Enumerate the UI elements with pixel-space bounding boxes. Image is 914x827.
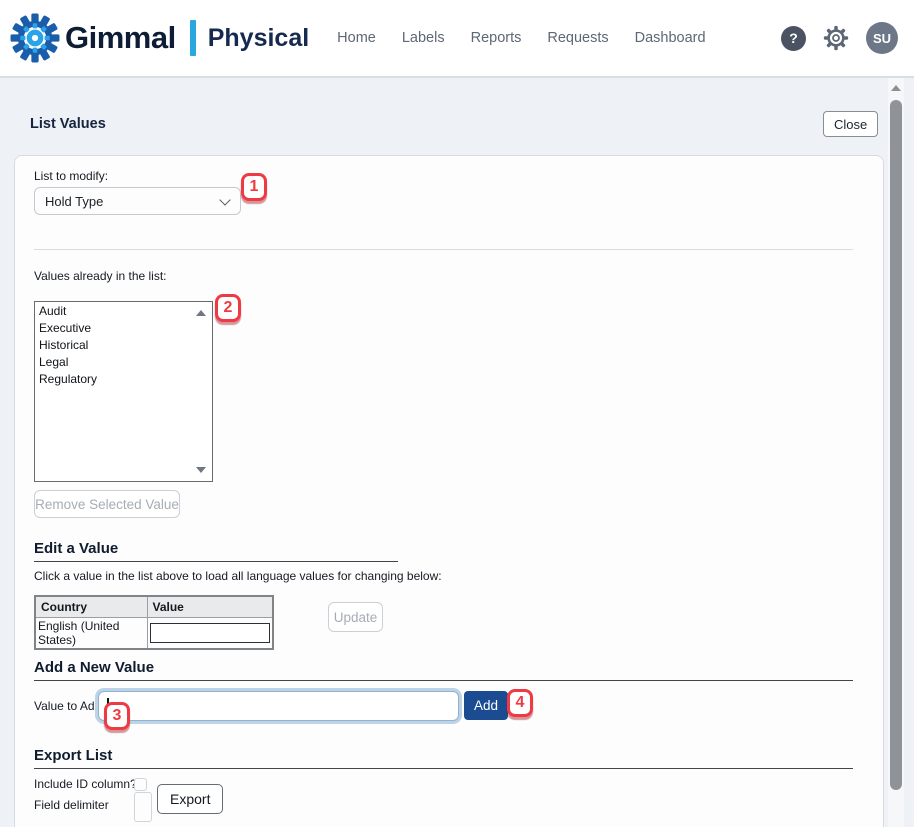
annotation-badge-3: 3 bbox=[104, 702, 130, 730]
value-cell bbox=[147, 618, 273, 650]
value-to-add-label: Value to Add: bbox=[34, 699, 105, 713]
include-id-checkbox[interactable] bbox=[134, 778, 147, 791]
export-button[interactable]: Export bbox=[157, 784, 223, 814]
annotation-badge-4: 4 bbox=[507, 689, 533, 717]
nav-labels[interactable]: Labels bbox=[402, 30, 445, 46]
page-title: List Values bbox=[30, 116, 106, 132]
close-button[interactable]: Close bbox=[823, 111, 878, 137]
country-column-header: Country bbox=[35, 596, 147, 618]
value-column-header: Value bbox=[147, 596, 273, 618]
brand-product: Physical bbox=[208, 24, 309, 53]
include-id-label: Include ID column? bbox=[34, 777, 137, 791]
nav-dashboard[interactable]: Dashboard bbox=[635, 30, 706, 46]
edit-value-instruction: Click a value in the list above to load … bbox=[34, 569, 442, 583]
field-delimiter-label: Field delimiter bbox=[34, 798, 109, 812]
list-to-modify-select[interactable]: Hold Type bbox=[34, 187, 241, 215]
table-row: English (United States) bbox=[35, 618, 273, 650]
listbox-scroll-down-icon[interactable] bbox=[196, 467, 206, 473]
header-actions: ? SU bbox=[781, 22, 898, 54]
page-body: List Values Close List to modify: Hold T… bbox=[0, 78, 914, 827]
top-header: Gimmal Physical Home Labels Reports Requ… bbox=[0, 0, 914, 78]
section-divider bbox=[34, 249, 853, 250]
vertical-scrollbar[interactable] bbox=[888, 78, 904, 827]
nav-reports[interactable]: Reports bbox=[471, 30, 522, 46]
brand-name: Gimmal bbox=[65, 20, 176, 56]
brand-divider bbox=[190, 20, 196, 56]
add-button[interactable]: Add bbox=[464, 691, 508, 720]
update-button[interactable]: Update bbox=[328, 602, 383, 632]
main-nav: Home Labels Reports Requests Dashboard bbox=[337, 30, 705, 46]
list-item[interactable]: Historical bbox=[35, 336, 212, 353]
scrollbar-up-arrow-icon[interactable] bbox=[891, 85, 901, 91]
annotation-badge-2: 2 bbox=[215, 294, 241, 322]
list-to-modify-label: List to modify: bbox=[34, 169, 108, 183]
listbox-scroll-up-icon[interactable] bbox=[196, 310, 206, 316]
value-to-add-input[interactable] bbox=[99, 692, 458, 720]
gimmal-logo-icon bbox=[10, 13, 60, 63]
list-item[interactable]: Regulatory bbox=[35, 370, 212, 387]
annotation-badge-1: 1 bbox=[241, 173, 267, 201]
language-values-table: Country Value English (United States) bbox=[34, 595, 274, 650]
nav-home[interactable]: Home bbox=[337, 30, 376, 46]
list-item[interactable]: Executive bbox=[35, 319, 212, 336]
export-list-heading: Export List bbox=[34, 747, 853, 769]
list-item[interactable]: Audit bbox=[35, 302, 212, 319]
help-icon[interactable]: ? bbox=[781, 26, 806, 51]
country-cell: English (United States) bbox=[35, 618, 147, 650]
brand: Gimmal Physical bbox=[10, 13, 309, 63]
field-delimiter-input[interactable] bbox=[134, 792, 152, 822]
values-listbox[interactable]: Audit Executive Historical Legal Regulat… bbox=[34, 301, 213, 482]
settings-gear-icon[interactable] bbox=[823, 25, 849, 51]
list-values-panel: List to modify: Hold Type 1 Values alrea… bbox=[14, 155, 884, 827]
list-item[interactable]: Legal bbox=[35, 353, 212, 370]
values-list-label: Values already in the list: bbox=[34, 269, 167, 283]
user-avatar[interactable]: SU bbox=[866, 22, 898, 54]
nav-requests[interactable]: Requests bbox=[547, 30, 608, 46]
edit-value-heading: Edit a Value bbox=[34, 540, 398, 562]
remove-selected-value-button[interactable]: Remove Selected Value bbox=[34, 490, 180, 518]
scrollbar-thumb[interactable] bbox=[890, 100, 902, 790]
language-value-input[interactable] bbox=[150, 623, 271, 643]
add-value-heading: Add a New Value bbox=[34, 659, 853, 681]
value-to-add-input-wrap bbox=[98, 691, 459, 721]
list-to-modify-select-wrap: Hold Type bbox=[34, 187, 241, 215]
